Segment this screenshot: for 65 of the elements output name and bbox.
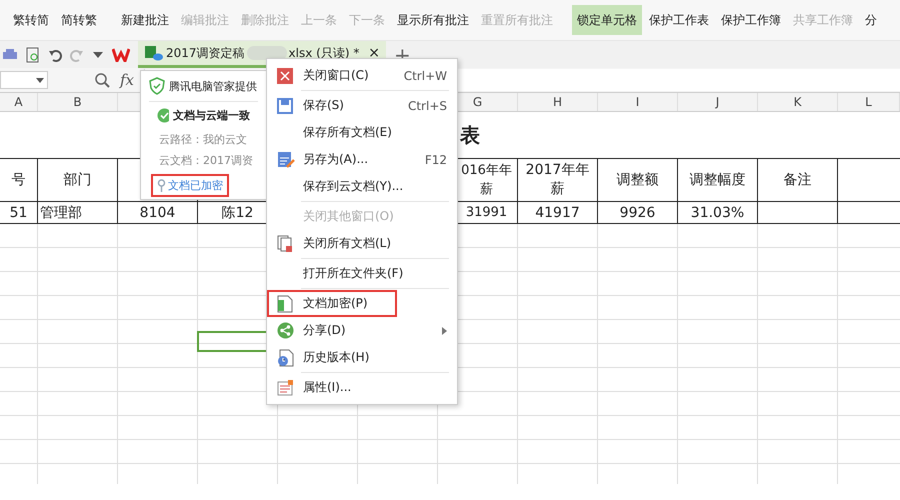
- search-icon[interactable]: [94, 72, 110, 88]
- ribbon-button[interactable]: 分: [860, 5, 882, 35]
- tab-title: xlsx (只读) *: [288, 44, 360, 62]
- provider-text: 腾讯电脑管家提供: [169, 78, 257, 94]
- menu-item[interactable]: 属性(I)...: [267, 374, 457, 401]
- table-header-cell: 部门: [38, 159, 118, 202]
- properties-icon: [277, 379, 294, 396]
- table-header-cell: 调整额: [598, 159, 678, 202]
- w-logo-icon[interactable]: [112, 48, 130, 62]
- table-cell: 41917: [518, 202, 598, 224]
- dropdown-icon: [36, 78, 44, 82]
- table-header-cell: 备注: [758, 159, 838, 202]
- path-label: 云路径：: [159, 133, 203, 146]
- document-clock-icon: [277, 348, 294, 366]
- menu-item[interactable]: 关闭所有文档(L): [267, 230, 457, 257]
- sync-status: 文档与云端一致: [173, 108, 250, 123]
- print-icon[interactable]: [2, 48, 18, 62]
- name-box[interactable]: [0, 71, 48, 89]
- encrypted-link[interactable]: 文档已加密: [151, 174, 229, 197]
- ribbon-button[interactable]: 锁定单元格: [572, 5, 642, 35]
- column-header[interactable]: I: [598, 93, 678, 111]
- preview-icon[interactable]: [26, 46, 40, 62]
- ribbon-button[interactable]: 保护工作表: [644, 5, 714, 35]
- doc-label: 云文档：: [159, 154, 203, 167]
- share-icon: [277, 322, 294, 339]
- column-header[interactable]: A: [0, 93, 38, 111]
- spreadsheet-cloud-icon: [144, 45, 164, 61]
- menu-item[interactable]: 分享(D): [267, 317, 457, 344]
- table-cell: 31.03%: [678, 202, 758, 224]
- column-header[interactable]: K: [758, 93, 838, 111]
- table-cell: 51: [0, 202, 38, 224]
- blurred-text: [246, 46, 287, 60]
- menu-item[interactable]: 保存所有文档(E): [267, 119, 457, 146]
- ribbon-button[interactable]: 简转繁: [56, 5, 102, 35]
- dropdown-icon[interactable]: [92, 50, 104, 58]
- close-icon: [277, 68, 293, 84]
- undo-icon[interactable]: [48, 48, 62, 62]
- column-header[interactable]: J: [678, 93, 758, 111]
- table-header-cell: 号: [0, 159, 38, 202]
- table-cell: 8104: [118, 202, 198, 224]
- sheet-title: 表: [460, 122, 480, 148]
- menu-item[interactable]: 文档加密(P): [267, 290, 397, 317]
- ribbon-button[interactable]: 繁转简: [8, 5, 54, 35]
- document-lock-icon: [277, 294, 293, 312]
- column-header[interactable]: H: [518, 93, 598, 111]
- menu-item[interactable]: 历史版本(H): [267, 344, 457, 371]
- ribbon-button[interactable]: 新建批注: [116, 5, 174, 35]
- doc-value: 2017调资: [203, 154, 253, 167]
- close-tab-button[interactable]: ×: [368, 45, 380, 61]
- ribbon-button[interactable]: 显示所有批注: [392, 5, 474, 35]
- save-as-icon: [277, 150, 295, 168]
- table-cell: 9926: [598, 202, 678, 224]
- tab-title: 2017调资定稿: [166, 44, 245, 62]
- table-cell: 管理部: [38, 202, 118, 224]
- function-button[interactable]: fx: [120, 71, 134, 89]
- column-header[interactable]: B: [38, 93, 118, 111]
- column-header[interactable]: L: [838, 93, 900, 111]
- table-header-cell: 调整幅度: [678, 159, 758, 202]
- key-icon: [157, 178, 166, 192]
- menu-item[interactable]: 打开所在文件夹(F): [267, 260, 457, 287]
- close-documents-icon: [277, 234, 293, 252]
- table-header-cell: 2017年年薪: [518, 159, 598, 202]
- ribbon-button[interactable]: 保护工作簿: [716, 5, 786, 35]
- shield-icon: [149, 77, 165, 95]
- path-value: 我的云文: [203, 133, 247, 146]
